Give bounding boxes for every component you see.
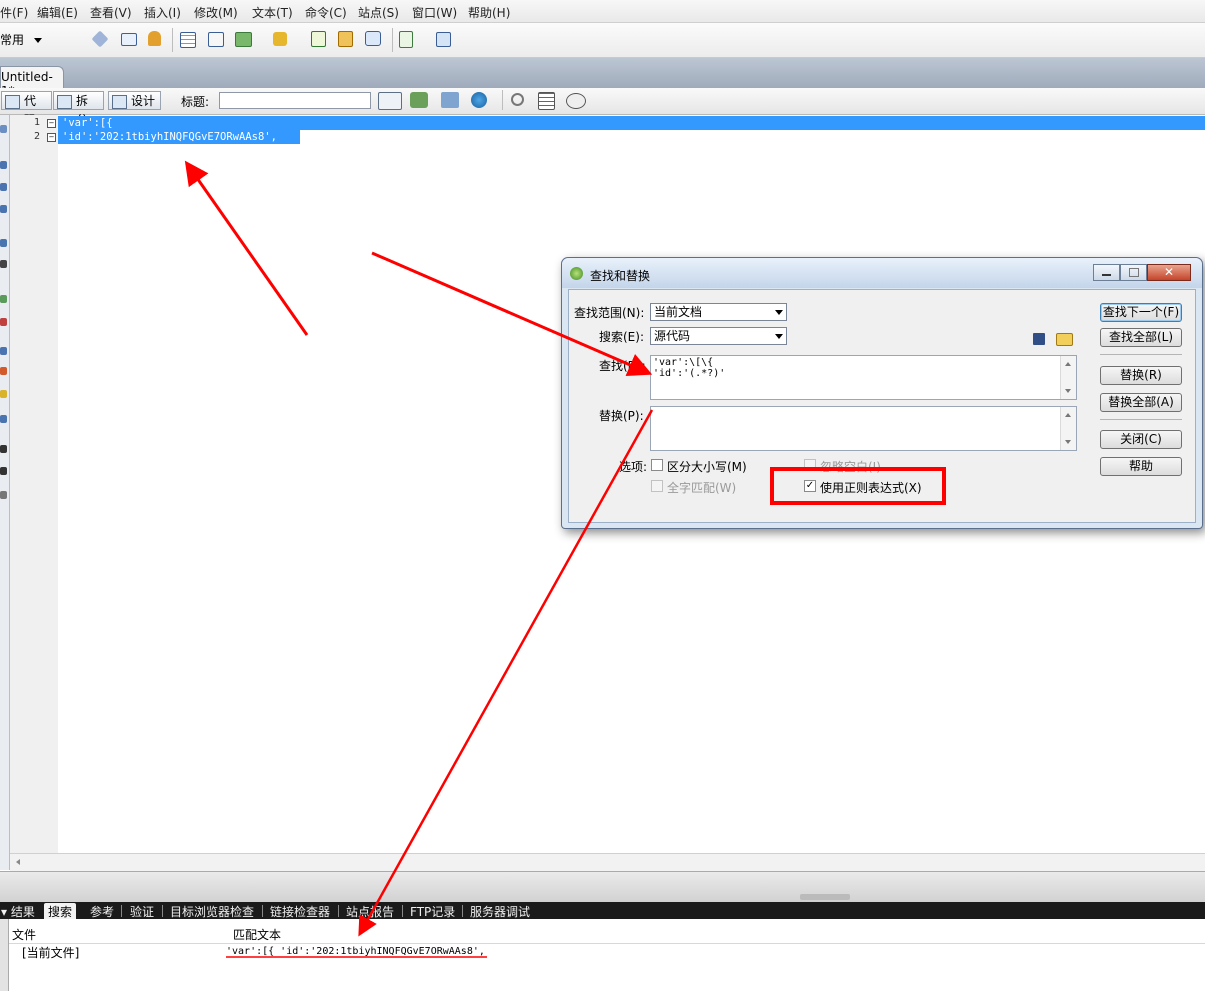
- annotation-arrows: [184, 160, 654, 958]
- arrow-to-selected-code: [184, 160, 309, 336]
- arrow-to-find-field: [371, 251, 653, 377]
- arrow-to-result: [358, 409, 654, 937]
